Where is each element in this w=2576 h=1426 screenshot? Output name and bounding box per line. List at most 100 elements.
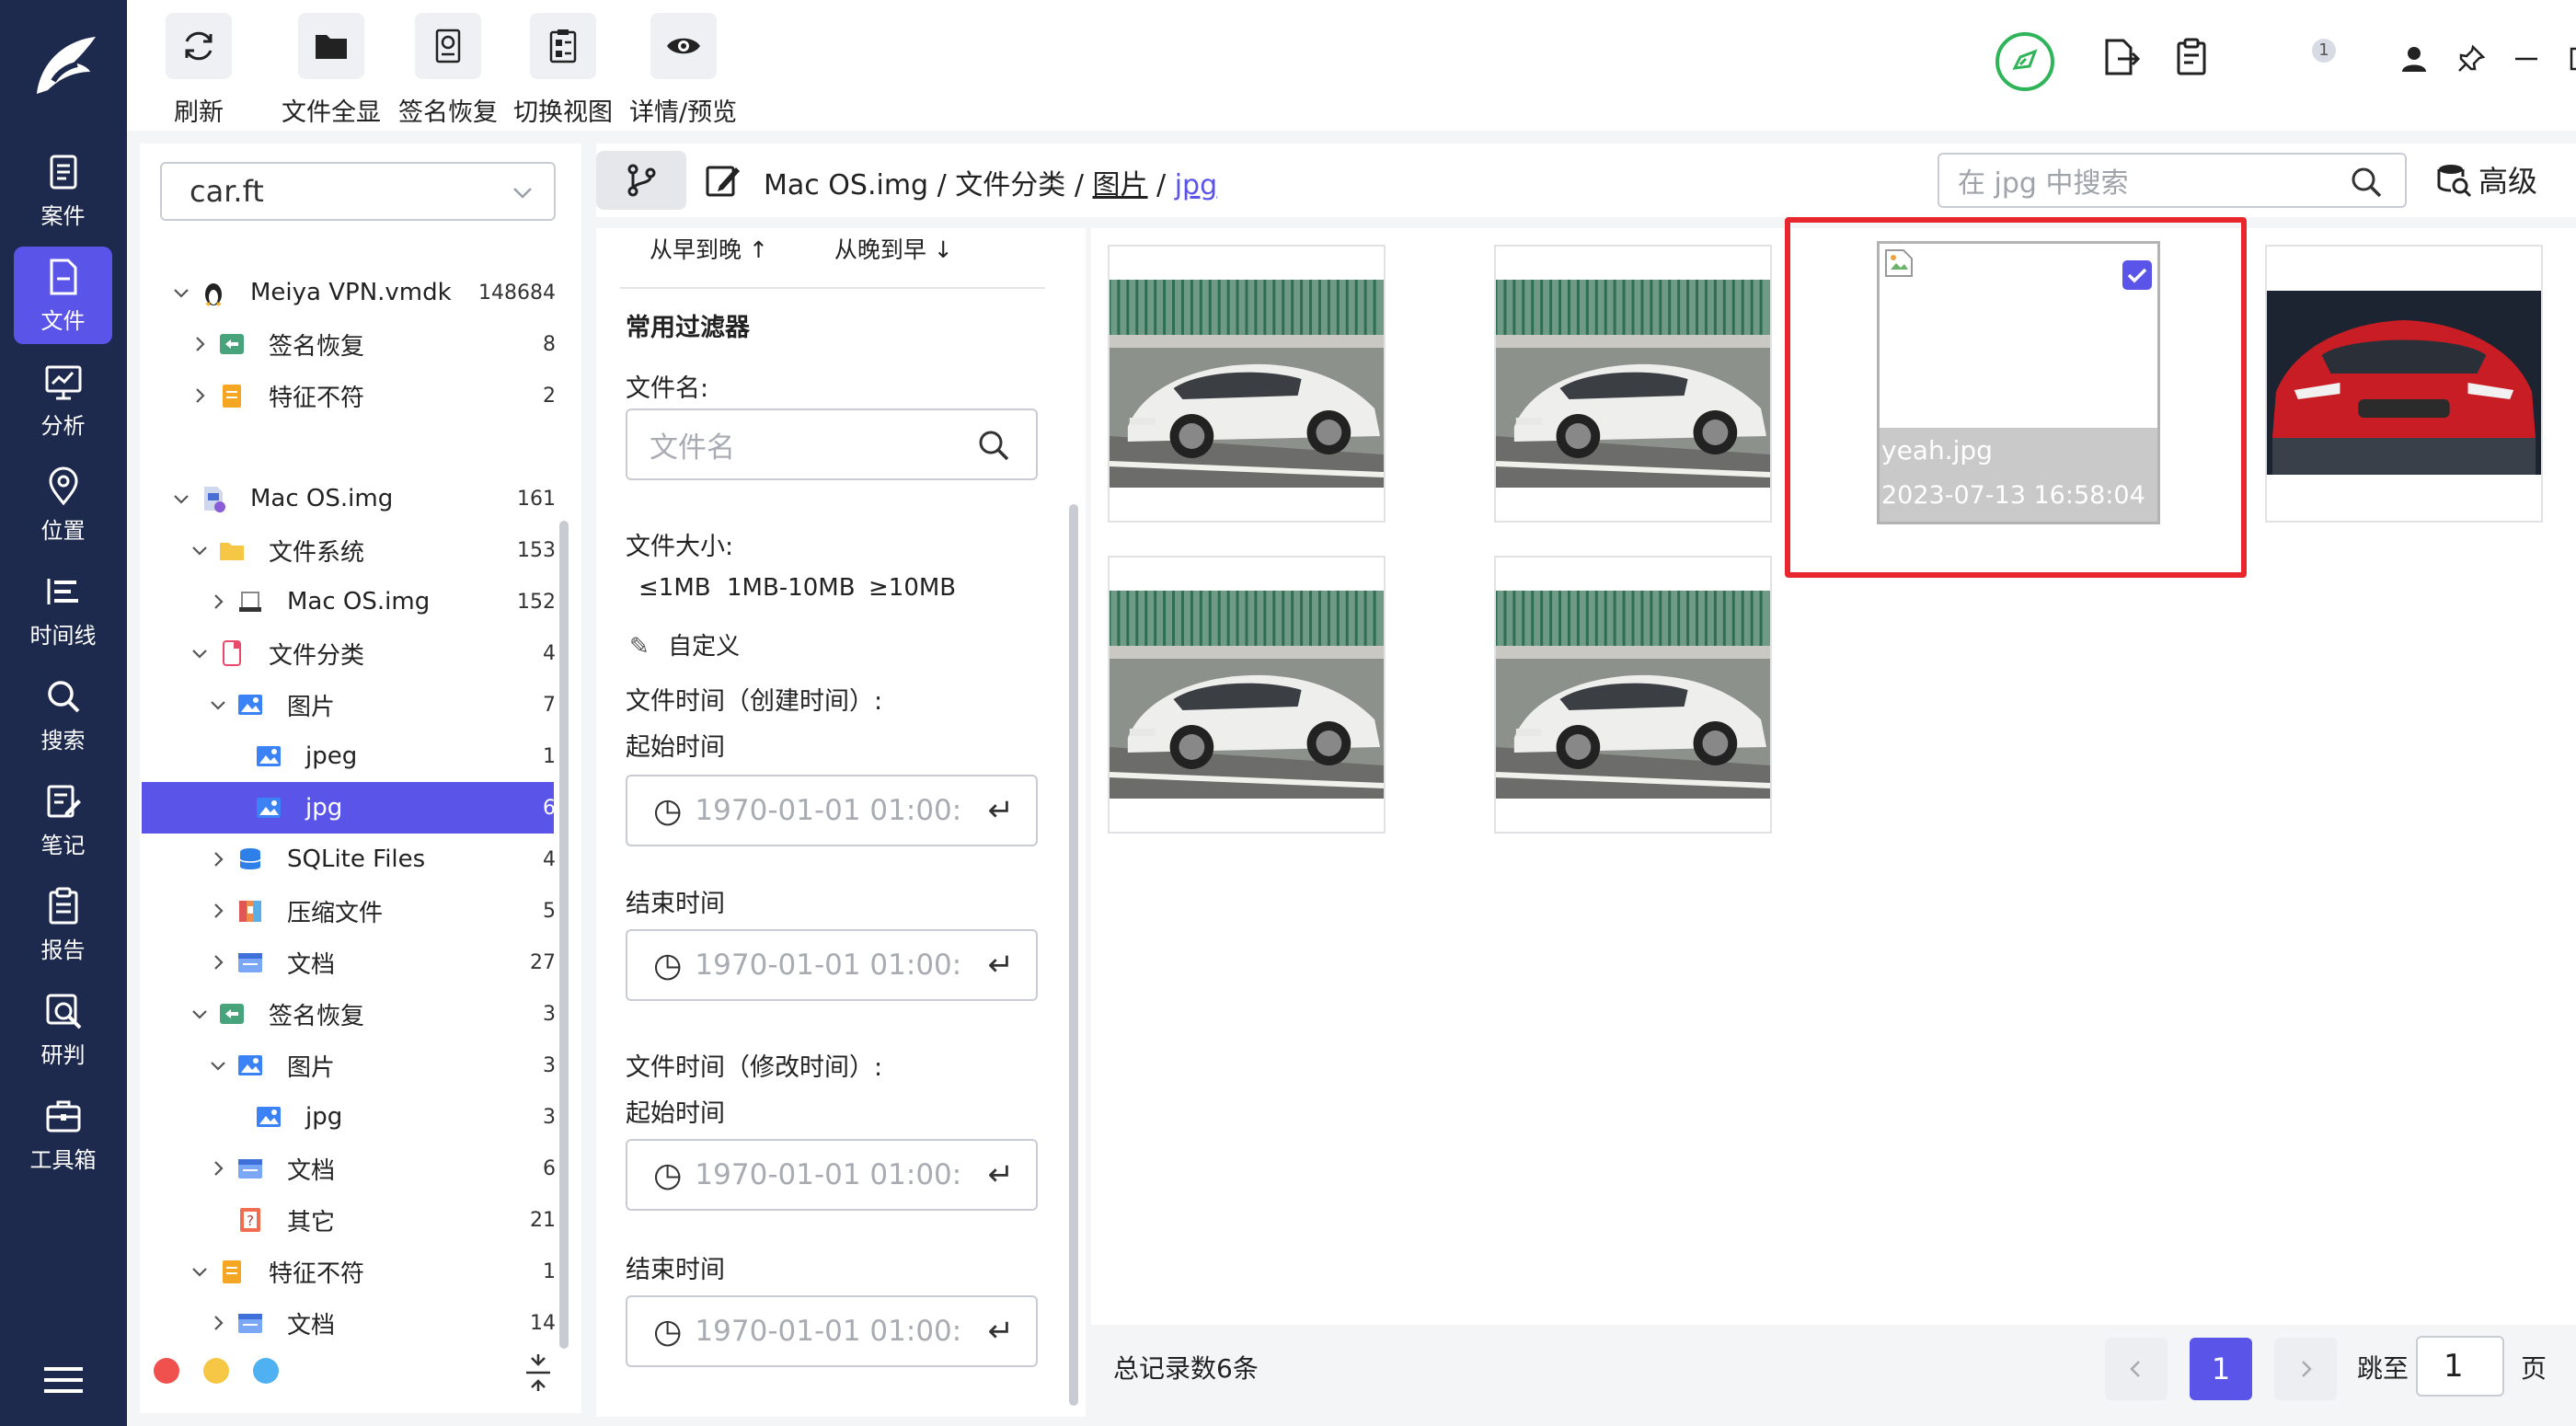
case-icon [50, 155, 76, 189]
tree-item[interactable]: ? 其它 21 [142, 1194, 556, 1246]
chevron-right-icon[interactable] [190, 385, 210, 406]
minimize-button[interactable] [2512, 44, 2541, 74]
edit-path-icon[interactable] [703, 160, 743, 201]
tree-item[interactable]: 签名恢复 8 [142, 318, 556, 370]
case-select[interactable]: car.ft [160, 162, 556, 221]
task-list-button[interactable] [2173, 37, 2214, 77]
tree-item[interactable]: jpg 3 [142, 1091, 556, 1143]
search-input[interactable]: 在 jpg 中搜索 [1938, 153, 2407, 208]
export-button[interactable] [2101, 37, 2142, 77]
tree-item[interactable]: jpeg 1 [142, 730, 556, 782]
tree-item[interactable]: Mac OS.img 152 [142, 576, 556, 627]
filter-scrollbar[interactable] [1069, 504, 1078, 1406]
next-page-button[interactable] [2274, 1338, 2337, 1400]
tree-item[interactable]: 签名恢复 3 [142, 988, 556, 1040]
chevron-right-icon[interactable] [208, 952, 228, 972]
switch-view-button[interactable]: 切换视图 [513, 13, 613, 128]
tree-item[interactable]: 图片 7 [142, 679, 556, 730]
refresh-button[interactable]: 刷新 [166, 13, 232, 128]
sort-descending-button[interactable]: 从晚到早 ↓ [834, 236, 953, 263]
tree-scrollbar[interactable] [559, 521, 569, 1349]
breadcrumb-item[interactable]: 图片 [1093, 169, 1148, 201]
show-all-files-button[interactable]: 文件全显 [282, 13, 381, 128]
enter-icon[interactable]: ↵ [988, 1313, 1015, 1350]
chevron-down-icon[interactable] [190, 643, 210, 663]
modified-start-field[interactable]: ◷ 1970-01-01 01:00:0 ↵ [626, 1139, 1038, 1211]
status-indicator[interactable] [1995, 31, 2055, 92]
thumbnail-card[interactable] [1494, 245, 1772, 523]
search-icon[interactable] [2350, 166, 2383, 199]
nav-item-search[interactable]: 搜索 [14, 666, 112, 764]
tree-item[interactable]: 压缩文件 5 [142, 885, 556, 937]
tree-item[interactable]: 文档 14 [142, 1297, 556, 1349]
tree-item[interactable]: 特征不符 2 [142, 370, 556, 421]
chevron-right-icon[interactable] [208, 849, 228, 869]
pin-button[interactable] [2456, 44, 2486, 74]
created-start-field[interactable]: ◷ 1970-01-01 01:00:0 ↵ [626, 775, 1038, 846]
note-icon [47, 785, 81, 817]
breadcrumb-item[interactable]: 文件分类 [955, 169, 1065, 201]
menu-icon[interactable] [44, 1363, 83, 1397]
chevron-right-icon[interactable] [208, 1158, 228, 1179]
nav-item-timeline[interactable]: 时间线 [14, 561, 112, 659]
size-option-large[interactable]: ≥10MB [868, 574, 956, 602]
tree-item[interactable]: 文档 6 [142, 1143, 556, 1194]
tree-item[interactable]: 文件分类 4 [142, 627, 556, 679]
signature-restore-button[interactable]: 签名恢复 [398, 13, 498, 128]
prev-page-button[interactable] [2105, 1338, 2168, 1400]
nav-item-case[interactable]: 案件 [14, 142, 112, 239]
chevron-down-icon[interactable] [190, 540, 210, 560]
breadcrumb-item[interactable]: Mac OS.img [764, 169, 928, 201]
collapse-all-icon[interactable] [524, 1354, 552, 1391]
tree-item[interactable]: Mac OS.img 161 [142, 473, 556, 524]
thumbnail-card[interactable] [1108, 245, 1386, 523]
modified-end-field[interactable]: ◷ 1970-01-01 01:00:0 ↵ [626, 1295, 1038, 1367]
enter-icon[interactable]: ↵ [988, 792, 1015, 829]
chevron-right-icon[interactable] [208, 592, 228, 612]
page-button-current[interactable]: 1 [2190, 1338, 2252, 1400]
tree-item[interactable]: 文件系统 153 [142, 524, 556, 576]
tree-item[interactable]: 图片 3 [142, 1040, 556, 1091]
user-button[interactable] [2399, 44, 2429, 74]
nav-item-toolbox[interactable]: 工具箱 [14, 1086, 112, 1183]
nav-item-location[interactable]: 位置 [14, 456, 112, 554]
nav-item-judge[interactable]: 研判 [14, 981, 112, 1078]
tree-item[interactable]: 特征不符 1 [142, 1246, 556, 1297]
branch-button[interactable] [596, 151, 686, 210]
maximize-button[interactable] [2567, 44, 2576, 74]
advanced-search-button[interactable]: 高级 [2434, 158, 2537, 201]
breadcrumb: Mac OS.img / 文件分类 / 图片 / jpg [764, 162, 1217, 202]
tree-item[interactable]: Meiya VPN.vmdk 148684 [142, 267, 556, 318]
enter-icon[interactable]: ↵ [988, 947, 1015, 983]
sort-ascending-button[interactable]: 从早到晚 ↑ [650, 236, 768, 263]
breadcrumb-current[interactable]: jpg [1175, 169, 1217, 201]
thumbnail-card[interactable] [1494, 556, 1772, 834]
nav-item-file[interactable]: 文件 [14, 247, 112, 344]
nav-item-analysis[interactable]: 分析 [14, 351, 112, 449]
chevron-down-icon[interactable] [208, 1055, 228, 1075]
jump-page-input[interactable]: 1 [2416, 1336, 2504, 1397]
chevron-down-icon[interactable] [208, 695, 228, 715]
created-end-field[interactable]: ◷ 1970-01-01 01:00:0 ↵ [626, 929, 1038, 1001]
chevron-down-icon[interactable] [171, 282, 191, 303]
filename-field[interactable]: 文件名 [626, 408, 1038, 480]
nav-item-note[interactable]: 笔记 [14, 771, 112, 868]
tree-item[interactable]: 文档 27 [142, 937, 556, 988]
tree-item[interactable]: jpg 6 [142, 782, 556, 834]
chevron-down-icon[interactable] [171, 489, 191, 509]
tree-item[interactable]: SQLite Files 4 [142, 834, 556, 885]
enter-icon[interactable]: ↵ [988, 1156, 1015, 1193]
chevron-right-icon[interactable] [208, 1313, 228, 1333]
custom-size-button[interactable]: ✎ 自定义 [629, 627, 740, 661]
chevron-down-icon[interactable] [190, 1004, 210, 1024]
nav-item-report[interactable]: 报告 [14, 876, 112, 973]
chevron-right-icon[interactable] [190, 334, 210, 354]
size-option-small[interactable]: ≤1MB [638, 574, 711, 602]
details-preview-button[interactable]: 详情/预览 [629, 13, 737, 128]
thumbnail-card[interactable] [2265, 245, 2543, 523]
advanced-label: 高级 [2478, 164, 2538, 199]
thumbnail-card[interactable] [1108, 556, 1386, 834]
chevron-down-icon[interactable] [190, 1261, 210, 1282]
chevron-right-icon[interactable] [208, 901, 228, 921]
size-option-medium[interactable]: 1MB-10MB [727, 574, 856, 602]
